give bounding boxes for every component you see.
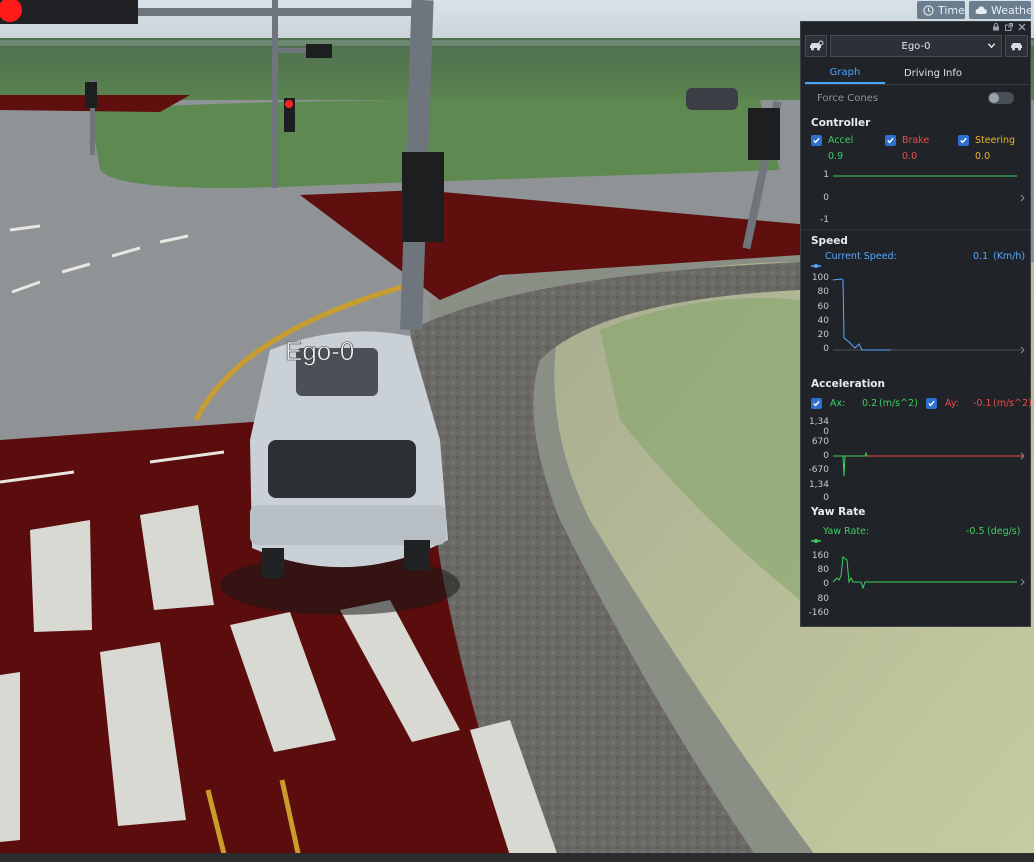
controller-tick: -1 bbox=[820, 215, 829, 225]
current-speed-label: Current Speed: bbox=[825, 251, 897, 262]
car-icon bbox=[1009, 37, 1025, 56]
controller-title: Controller bbox=[811, 117, 871, 129]
force-cones-label: Force Cones bbox=[817, 93, 879, 104]
current-speed-unit: (Km/h) bbox=[993, 251, 1026, 262]
checkmark-icon bbox=[813, 400, 820, 407]
speed-tick: 40 bbox=[817, 316, 829, 326]
checkmark-icon bbox=[960, 137, 967, 144]
clock-icon bbox=[923, 4, 934, 16]
vehicle-name-label: Ego-0 bbox=[285, 336, 354, 366]
vehicle-select[interactable]: Ego-0 bbox=[830, 35, 1002, 57]
ay-checkbox[interactable] bbox=[926, 398, 937, 409]
weather-button-label: Weather bbox=[991, 3, 1034, 17]
yaw-rate-line bbox=[832, 556, 1017, 590]
speed-title: Speed bbox=[811, 235, 848, 247]
accel-tick: 1,34 bbox=[808, 417, 829, 427]
accel-tick: 0 bbox=[823, 451, 829, 461]
divider bbox=[801, 229, 1030, 230]
speed-tick: 0 bbox=[823, 344, 829, 354]
panel-tabs: Graph Driving Info bbox=[805, 62, 1028, 85]
chevron-down-icon bbox=[987, 41, 996, 53]
ay-unit: (m/s^2) bbox=[993, 398, 1032, 409]
legend-line-icon bbox=[811, 529, 821, 548]
brake-value: 0.0 bbox=[902, 151, 918, 162]
car-gear-icon bbox=[808, 37, 824, 56]
chevron-right-icon bbox=[1020, 346, 1025, 354]
lock-icon[interactable] bbox=[992, 23, 1000, 31]
accel-tick: 0 bbox=[823, 493, 829, 503]
accel-value: 0.9 bbox=[828, 151, 844, 162]
accel-tick: -670 bbox=[808, 465, 829, 475]
acceleration-title: Acceleration bbox=[811, 378, 885, 390]
bottom-status-strip bbox=[0, 853, 1034, 862]
current-speed-value: 0.1 bbox=[973, 251, 989, 262]
brake-checkbox[interactable] bbox=[885, 135, 896, 146]
cloud-icon bbox=[975, 5, 987, 15]
ax-line bbox=[833, 451, 868, 477]
accel-label: Accel bbox=[828, 135, 854, 146]
accel-checkbox[interactable] bbox=[811, 135, 822, 146]
ay-value: -0.1 bbox=[973, 398, 992, 409]
vehicle-settings-button[interactable] bbox=[805, 35, 827, 57]
accel-tick: 670 bbox=[811, 437, 829, 447]
yaw-tick: 80 bbox=[817, 565, 829, 575]
chevron-right-icon bbox=[1020, 578, 1025, 586]
tab-graph[interactable]: Graph bbox=[805, 62, 885, 84]
steering-checkbox[interactable] bbox=[958, 135, 969, 146]
controller-tick: 1 bbox=[823, 170, 829, 180]
yaw-rate-label: Yaw Rate: bbox=[823, 526, 870, 537]
yaw-tick: 0 bbox=[823, 579, 829, 589]
time-button[interactable]: Time bbox=[917, 1, 965, 19]
ax-value: 0.2 bbox=[862, 398, 878, 409]
accel-tick: 0 bbox=[823, 427, 829, 437]
checkmark-icon bbox=[928, 400, 935, 407]
yaw-rate-chart bbox=[832, 556, 1025, 590]
tab-driving-info[interactable]: Driving Info bbox=[893, 62, 973, 84]
yaw-rate-value: -0.5 bbox=[966, 526, 985, 537]
speed-tick: 100 bbox=[811, 273, 829, 283]
yaw-rate-unit: (deg/s) bbox=[987, 526, 1021, 537]
chevron-right-icon bbox=[1020, 194, 1025, 202]
close-icon[interactable] bbox=[1018, 23, 1026, 31]
speed-tick: 60 bbox=[817, 302, 829, 312]
ax-label: Ax: bbox=[830, 398, 846, 409]
speed-chart bbox=[832, 278, 1025, 354]
controller-chart bbox=[833, 175, 1025, 202]
ay-label: Ay: bbox=[945, 398, 959, 409]
popout-icon[interactable] bbox=[1005, 23, 1013, 31]
vehicle-monitor-panel: Ego-0 Graph Driving Info Force Cones Con… bbox=[800, 21, 1032, 627]
speed-tick: 20 bbox=[817, 330, 829, 340]
weather-button[interactable]: Weather bbox=[969, 1, 1034, 19]
ax-checkbox[interactable] bbox=[811, 398, 822, 409]
acceleration-chart bbox=[833, 451, 1025, 477]
legend-line-icon bbox=[811, 254, 821, 273]
speed-tick: 80 bbox=[817, 287, 829, 297]
time-button-label: Time bbox=[938, 3, 965, 17]
accel-tick: 1,34 bbox=[808, 480, 829, 490]
vehicle-view-button[interactable] bbox=[1005, 35, 1028, 57]
speed-line bbox=[832, 278, 891, 351]
force-cones-toggle[interactable] bbox=[988, 92, 1014, 104]
controller-tick: 0 bbox=[823, 193, 829, 203]
brake-label: Brake bbox=[902, 135, 930, 146]
checkmark-icon bbox=[887, 137, 894, 144]
steering-label: Steering bbox=[975, 135, 1016, 146]
steering-value: 0.0 bbox=[975, 151, 991, 162]
yaw-tick: -160 bbox=[808, 608, 829, 618]
yaw-rate-title: Yaw Rate bbox=[811, 506, 866, 518]
ax-unit: (m/s^2) bbox=[879, 398, 918, 409]
yaw-tick: 160 bbox=[811, 551, 829, 561]
checkmark-icon bbox=[813, 137, 820, 144]
yaw-tick: 80 bbox=[817, 594, 829, 604]
vehicle-select-value: Ego-0 bbox=[901, 40, 931, 52]
